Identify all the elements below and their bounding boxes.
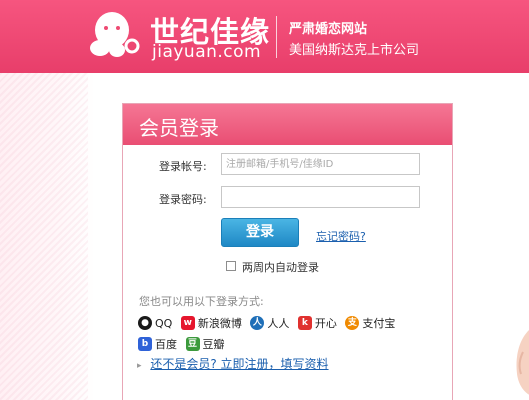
provider-weibo[interactable]: w 新浪微博 [180, 315, 242, 331]
kaixin-icon: k [297, 316, 312, 330]
provider-row-2: b 百度 豆 豆瓣 [138, 336, 230, 352]
provider-label: QQ [155, 316, 173, 330]
forgot-password-link[interactable]: 忘记密码? [316, 228, 366, 244]
provider-douban[interactable]: 豆 豆瓣 [185, 336, 225, 352]
provider-label: 豆瓣 [202, 338, 225, 351]
account-input[interactable] [221, 153, 420, 175]
brand-name-en: jiayuan.com [152, 42, 262, 62]
douban-icon: 豆 [185, 337, 200, 351]
password-input[interactable] [221, 186, 420, 208]
alipay-icon: 支 [345, 316, 360, 330]
qq-icon: ● [138, 316, 152, 330]
baidu-icon: b [138, 337, 152, 351]
renren-icon: 人 [250, 316, 265, 330]
provider-label: 百度 [155, 338, 177, 351]
remember-label: 两周内自动登录 [242, 261, 319, 274]
password-label: 登录密码: [159, 193, 207, 206]
provider-label: 新浪微博 [197, 317, 242, 330]
weibo-icon: w [180, 316, 195, 330]
logo-mascot-icon [90, 12, 140, 57]
login-panel: 会员登录 登录帐号: 登录密码: 登录 忘记密码? 两周内自动登录 您也可以用以… [122, 103, 453, 400]
provider-label: 人人 [267, 317, 290, 330]
alternate-login-label: 您也可以用以下登录方式: [139, 295, 264, 308]
provider-baidu[interactable]: b 百度 [138, 336, 177, 352]
register-link[interactable]: 还不是会员? 立即注册，填写资料 [150, 357, 328, 371]
provider-kaixin[interactable]: k 开心 [297, 315, 337, 331]
arrow-right-icon: ▸ [137, 361, 142, 371]
provider-renren[interactable]: 人 人人 [250, 315, 289, 331]
header-divider [276, 16, 277, 58]
decorative-stripes [0, 73, 88, 400]
login-button[interactable]: 登录 [221, 218, 299, 247]
provider-qq[interactable]: ● QQ [138, 316, 172, 330]
login-panel-header: 会员登录 [123, 104, 452, 145]
provider-row-1: ● QQ w 新浪微博 人 人人 k 开心 支 支付宝 [138, 315, 400, 331]
slogan-line2: 美国纳斯达克上市公司 [289, 43, 420, 58]
provider-label: 支付宝 [362, 317, 396, 330]
slogan-line1: 严肃婚恋网站 [289, 22, 368, 37]
site-header: 世纪佳缘 jiayuan.com 严肃婚恋网站 美国纳斯达克上市公司 [0, 0, 529, 73]
provider-alipay[interactable]: 支 支付宝 [345, 315, 395, 331]
login-title: 会员登录 [139, 116, 219, 140]
remember-checkbox[interactable] [226, 261, 236, 271]
account-label: 登录帐号: [159, 160, 207, 173]
register-row: ▸ 还不是会员? 立即注册，填写资料 [137, 355, 329, 372]
provider-label: 开心 [314, 317, 337, 330]
hand-decoration-icon [516, 330, 529, 395]
